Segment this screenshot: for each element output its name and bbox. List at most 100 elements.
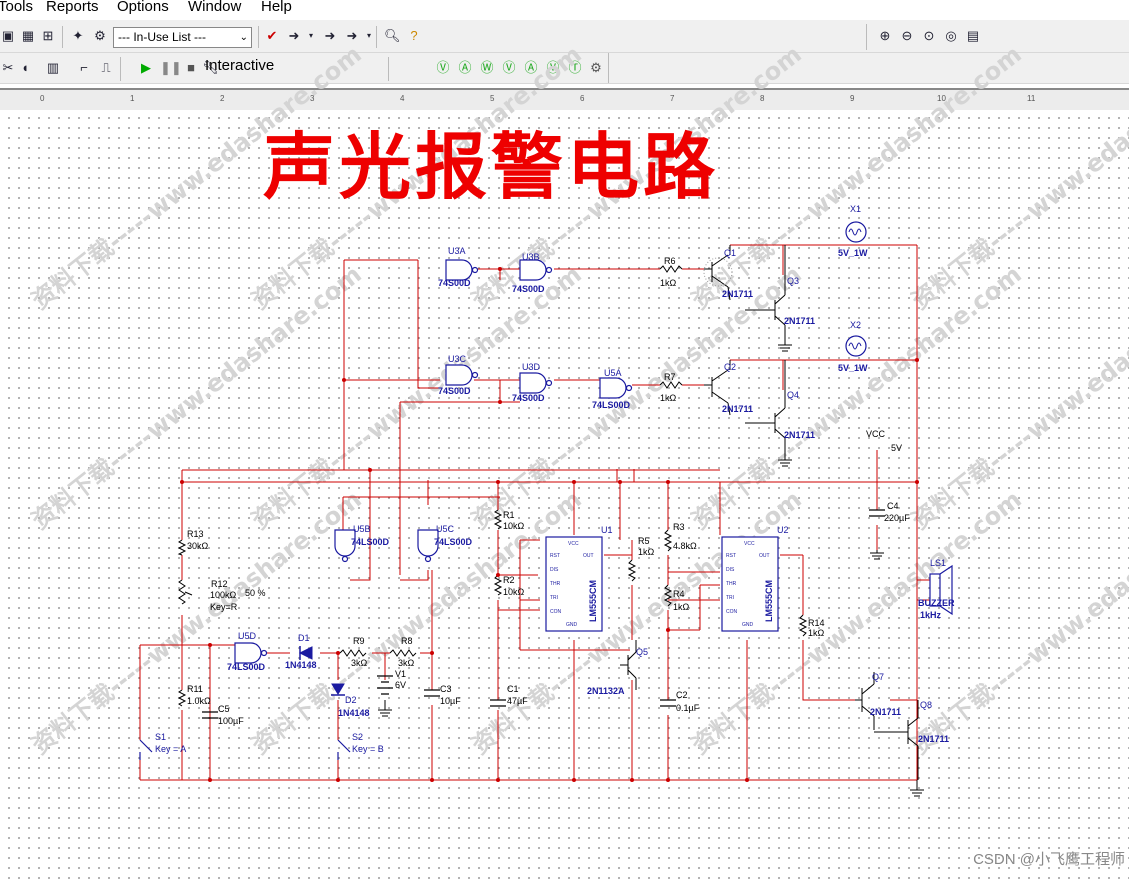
- u5d-gate: [234, 642, 262, 664]
- svg-text:4.8kΩ: 4.8kΩ: [673, 541, 697, 551]
- svg-text:U3D: U3D: [522, 362, 541, 372]
- svg-text:74LS00D: 74LS00D: [351, 537, 390, 547]
- svg-text:Key=R: Key=R: [210, 602, 238, 612]
- r12-potentiometer: [178, 579, 193, 605]
- r2-resistor: [493, 574, 503, 596]
- svg-text:C2: C2: [676, 690, 688, 700]
- u3b-gate: [519, 259, 547, 281]
- svg-text:1N4148: 1N4148: [338, 708, 370, 718]
- svg-text:R7: R7: [664, 372, 676, 382]
- svg-text:74LS00D: 74LS00D: [592, 400, 631, 410]
- svg-text:74S00D: 74S00D: [438, 278, 471, 288]
- svg-text:LM555CM: LM555CM: [764, 580, 774, 622]
- s2-switch: [337, 739, 351, 760]
- svg-text:U5D: U5D: [238, 631, 257, 641]
- svg-text:1kΩ: 1kΩ: [660, 278, 677, 288]
- svg-text:U5A: U5A: [604, 368, 622, 378]
- svg-text:Q4: Q4: [787, 390, 799, 400]
- svg-text:1kΩ: 1kΩ: [673, 602, 690, 612]
- svg-text:10kΩ: 10kΩ: [503, 587, 525, 597]
- u3a-gate: [445, 259, 473, 281]
- svg-text:THR: THR: [726, 581, 737, 587]
- svg-text:Q2: Q2: [724, 362, 736, 372]
- svg-text:VCC: VCC: [568, 541, 579, 547]
- svg-text:1.0kΩ: 1.0kΩ: [187, 696, 211, 706]
- watermark-text: 资料下载-----www.edashare.com: [906, 485, 1129, 760]
- svg-text:R6: R6: [664, 256, 676, 266]
- c4-capacitor: [869, 509, 885, 517]
- svg-text:CON: CON: [726, 609, 738, 615]
- svg-text:U3B: U3B: [522, 252, 540, 262]
- svg-text:47µF: 47µF: [507, 696, 528, 706]
- svg-text:Key = A: Key = A: [155, 744, 186, 754]
- svg-text:R1: R1: [503, 510, 515, 520]
- svg-text:CON: CON: [550, 609, 562, 615]
- svg-text:R8: R8: [401, 636, 413, 646]
- svg-text:VCC: VCC: [866, 429, 886, 439]
- svg-text:C3: C3: [440, 684, 452, 694]
- svg-text:R9: R9: [353, 636, 365, 646]
- page-title: 声光报警电路: [263, 125, 720, 209]
- svg-text:GND: GND: [742, 622, 754, 628]
- svg-text:2N1132A: 2N1132A: [587, 686, 625, 696]
- svg-text:1kΩ: 1kΩ: [660, 393, 677, 403]
- s1-switch: [139, 739, 153, 760]
- svg-text:220µF: 220µF: [884, 513, 910, 523]
- svg-text:GND: GND: [566, 622, 578, 628]
- r6-resistor: [659, 265, 683, 273]
- c1-capacitor: [490, 699, 506, 707]
- svg-text:10µF: 10µF: [440, 696, 461, 706]
- svg-text:R12: R12: [211, 579, 228, 589]
- svg-text:C4: C4: [887, 501, 899, 511]
- svg-text:74S00D: 74S00D: [438, 386, 471, 396]
- u5a-gate: [599, 377, 627, 399]
- r3-resistor: [663, 529, 673, 552]
- svg-text:1kΩ: 1kΩ: [638, 547, 655, 557]
- svg-text:2N1711: 2N1711: [918, 734, 949, 744]
- svg-text:74LS00D: 74LS00D: [227, 662, 266, 672]
- svg-text:U3C: U3C: [448, 354, 467, 364]
- u3c-gate: [445, 364, 473, 386]
- svg-text:X2: X2: [850, 320, 861, 330]
- r13-resistor: [177, 539, 187, 556]
- svg-text:U5B: U5B: [353, 524, 371, 534]
- svg-text:RST: RST: [726, 553, 736, 559]
- svg-text:0.1µF: 0.1µF: [676, 703, 700, 713]
- svg-text:LM555CM: LM555CM: [588, 580, 598, 622]
- svg-text:R2: R2: [503, 575, 515, 585]
- svg-text:74S00D: 74S00D: [512, 284, 545, 294]
- svg-text:74LS00D: 74LS00D: [434, 537, 473, 547]
- svg-text:50 %: 50 %: [245, 588, 266, 598]
- svg-text:R14: R14: [808, 618, 825, 628]
- svg-text:1kHz: 1kHz: [920, 610, 942, 620]
- svg-text:2N1711: 2N1711: [870, 707, 901, 717]
- svg-text:VCC: VCC: [744, 541, 755, 547]
- svg-text:S1: S1: [155, 732, 166, 742]
- svg-text:THR: THR: [550, 581, 561, 587]
- svg-text:TRI: TRI: [550, 595, 558, 601]
- svg-text:1N4148: 1N4148: [285, 660, 317, 670]
- u3d-gate: [519, 372, 547, 394]
- svg-text:Q5: Q5: [636, 647, 648, 657]
- svg-text:2N1711: 2N1711: [722, 404, 753, 414]
- svg-text:3kΩ: 3kΩ: [398, 658, 415, 668]
- svg-text:5V_1W: 5V_1W: [838, 248, 868, 258]
- svg-text:100µF: 100µF: [218, 716, 244, 726]
- svg-text:5V_1W: 5V_1W: [838, 363, 868, 373]
- svg-text:TRI: TRI: [726, 595, 734, 601]
- svg-text:2N1711: 2N1711: [784, 430, 815, 440]
- svg-text:U2: U2: [777, 525, 789, 535]
- svg-text:LS1: LS1: [930, 558, 946, 568]
- svg-text:3kΩ: 3kΩ: [351, 658, 368, 668]
- svg-text:D1: D1: [298, 633, 310, 643]
- svg-text:Q8: Q8: [920, 700, 932, 710]
- svg-text:DIS: DIS: [550, 567, 559, 573]
- svg-text:X1: X1: [850, 204, 861, 214]
- svg-text:100kΩ: 100kΩ: [210, 590, 237, 600]
- svg-text:R4: R4: [673, 589, 685, 599]
- svg-text:S2: S2: [352, 732, 363, 742]
- svg-text:1kΩ: 1kΩ: [808, 628, 825, 638]
- svg-text:OUT: OUT: [759, 553, 770, 559]
- r14-resistor: [798, 614, 808, 637]
- svg-text:C5: C5: [218, 704, 230, 714]
